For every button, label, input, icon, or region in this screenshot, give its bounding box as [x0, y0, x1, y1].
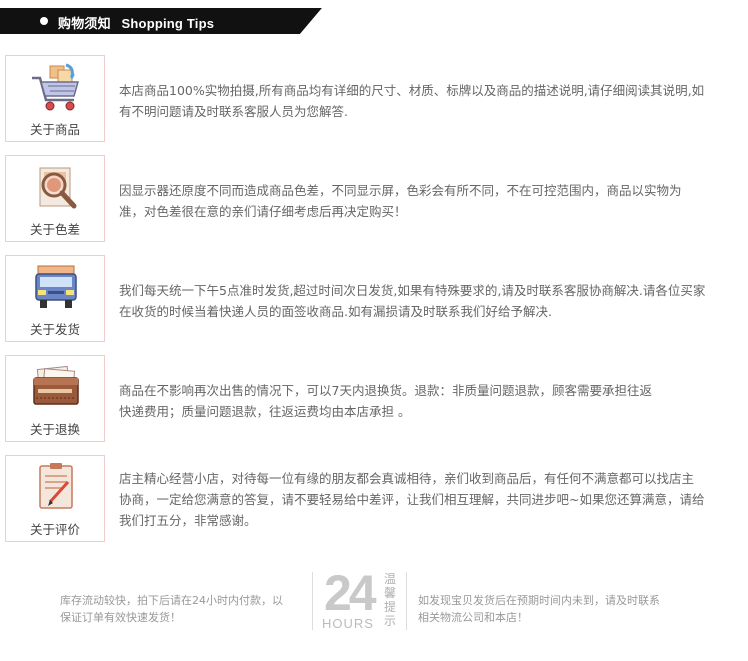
reminder-char: 示 [384, 614, 397, 628]
tip-line: 我们每天统一下午5点准时发货,超过时间次日发货,如果有特殊要求的,请及时联系客服… [119, 283, 706, 298]
tip-icon-box: 关于色差 [5, 155, 105, 242]
tip-line: 商品在不影响再次出售的情况下，可以7天内退换货。退款：非质量问题退款，顾客需要承… [119, 383, 652, 398]
tip-description: 店主精心经营小店，对待每一位有缘的朋友都会真诚相待，亲们收到商品后，有任何不满意… [119, 468, 729, 531]
wallet-icon [33, 365, 79, 405]
tip-line: 本店商品100%实物拍摄,所有商品均有详细的尺寸、材质、标牌以及商品的描述说明,… [119, 83, 705, 98]
tip-line: 有不明问题请及时联系客服人员为您解答. [119, 104, 348, 119]
tip-description: 因显示器还原度不同而造成商品色差，不同显示屏，色彩会有所不同，不在可控范围内，商… [119, 180, 729, 222]
clipboard-icon [39, 463, 73, 509]
reminder-char: 馨 [384, 586, 397, 600]
tip-icon-box: 关于发货 [5, 255, 105, 342]
footer-delivery-note: 如发现宝贝发货后在预期时间内未到，请及时联系 相关物流公司和本店！ [418, 592, 688, 626]
footer-line: 库存流动较快，拍下后请在24小时内付款，以 [60, 594, 283, 607]
tip-label: 关于发货 [29, 322, 80, 337]
warm-reminder-label: 温 馨 提 示 [384, 572, 398, 628]
section-title: 购物须知 Shopping Tips [58, 13, 214, 32]
section-title-cn: 购物须知 [58, 17, 111, 32]
tip-row-reviews: 关于评价 店主精心经营小店，对待每一位有缘的朋友都会真诚相待，亲们收到商品后，有… [5, 455, 743, 542]
tip-label: 关于退换 [29, 422, 80, 437]
tip-line: 在收货的时候当着快递人员的面签收商品.如有漏损请及时联系我们好给予解决. [119, 304, 552, 319]
tip-line: 因显示器还原度不同而造成商品色差，不同显示屏，色彩会有所不同，不在可控范围内，商… [119, 183, 682, 198]
footer-divider [312, 572, 313, 630]
tip-icon-box: 关于退换 [5, 355, 105, 442]
tip-line: 店主精心经营小店，对待每一位有缘的朋友都会真诚相待，亲们收到商品后，有任何不满意… [119, 471, 695, 486]
footer-line: 如发现宝贝发货后在预期时间内未到，请及时联系 [418, 594, 660, 607]
tip-row-returns: 关于退换 商品在不影响再次出售的情况下，可以7天内退换货。退款：非质量问题退款，… [5, 355, 743, 442]
reminder-char: 温 [384, 572, 397, 586]
hours-label: HOURS [322, 616, 374, 631]
tip-line: 协商，一定给您满意的答复，请不要轻易给中差评，让我们相互理解，共同进步吧~如果您… [119, 492, 705, 507]
tip-label: 关于评价 [29, 522, 80, 537]
tip-row-shipping: 关于发货 我们每天统一下午5点准时发货,超过时间次日发货,如果有特殊要求的,请及… [5, 255, 743, 342]
delivery-truck-icon [35, 265, 77, 308]
section-header-banner: 购物须知 Shopping Tips [0, 8, 322, 34]
tip-icon-box: 关于商品 [5, 55, 105, 142]
tip-row-color: 关于色差 因显示器还原度不同而造成商品色差，不同显示屏，色彩会有所不同，不在可控… [5, 155, 743, 242]
hours-number: 24 [324, 565, 377, 621]
tip-line: 我们打五分，非常感谢。 [119, 513, 257, 528]
tip-description: 我们每天统一下午5点准时发货,超过时间次日发货,如果有特殊要求的,请及时联系客服… [119, 280, 729, 322]
footer-line: 保证订单有效快速发货！ [60, 611, 181, 624]
magnifier-icon [39, 167, 77, 209]
tip-line: 准，对色差很在意的亲们请仔细考虑后再决定购买！ [119, 204, 407, 219]
tip-label: 关于商品 [29, 122, 80, 137]
tip-label: 关于色差 [29, 222, 80, 237]
tip-description: 商品在不影响再次出售的情况下，可以7天内退换货。退款：非质量问题退款，顾客需要承… [119, 380, 729, 422]
tip-line: 快递费用；质量问题退款，往返运费均由本店承担 。 [119, 404, 411, 419]
shopping-cart-icon [32, 63, 79, 111]
footer-reminder: 库存流动较快，拍下后请在24小时内付款，以 保证订单有效快速发货！ 24 HOU… [0, 566, 748, 636]
footer-payment-note: 库存流动较快，拍下后请在24小时内付款，以 保证订单有效快速发货！ [60, 592, 310, 626]
footer-line: 相关物流公司和本店！ [418, 611, 528, 624]
tip-description: 本店商品100%实物拍摄,所有商品均有详细的尺寸、材质、标牌以及商品的描述说明,… [119, 80, 729, 122]
bullet-dot-icon [40, 17, 48, 25]
footer-divider [406, 572, 407, 630]
reminder-char: 提 [384, 600, 397, 614]
tip-icon-box: 关于评价 [5, 455, 105, 542]
tip-row-products: 关于商品 本店商品100%实物拍摄,所有商品均有详细的尺寸、材质、标牌以及商品的… [5, 55, 743, 142]
section-title-en: Shopping Tips [121, 16, 215, 31]
